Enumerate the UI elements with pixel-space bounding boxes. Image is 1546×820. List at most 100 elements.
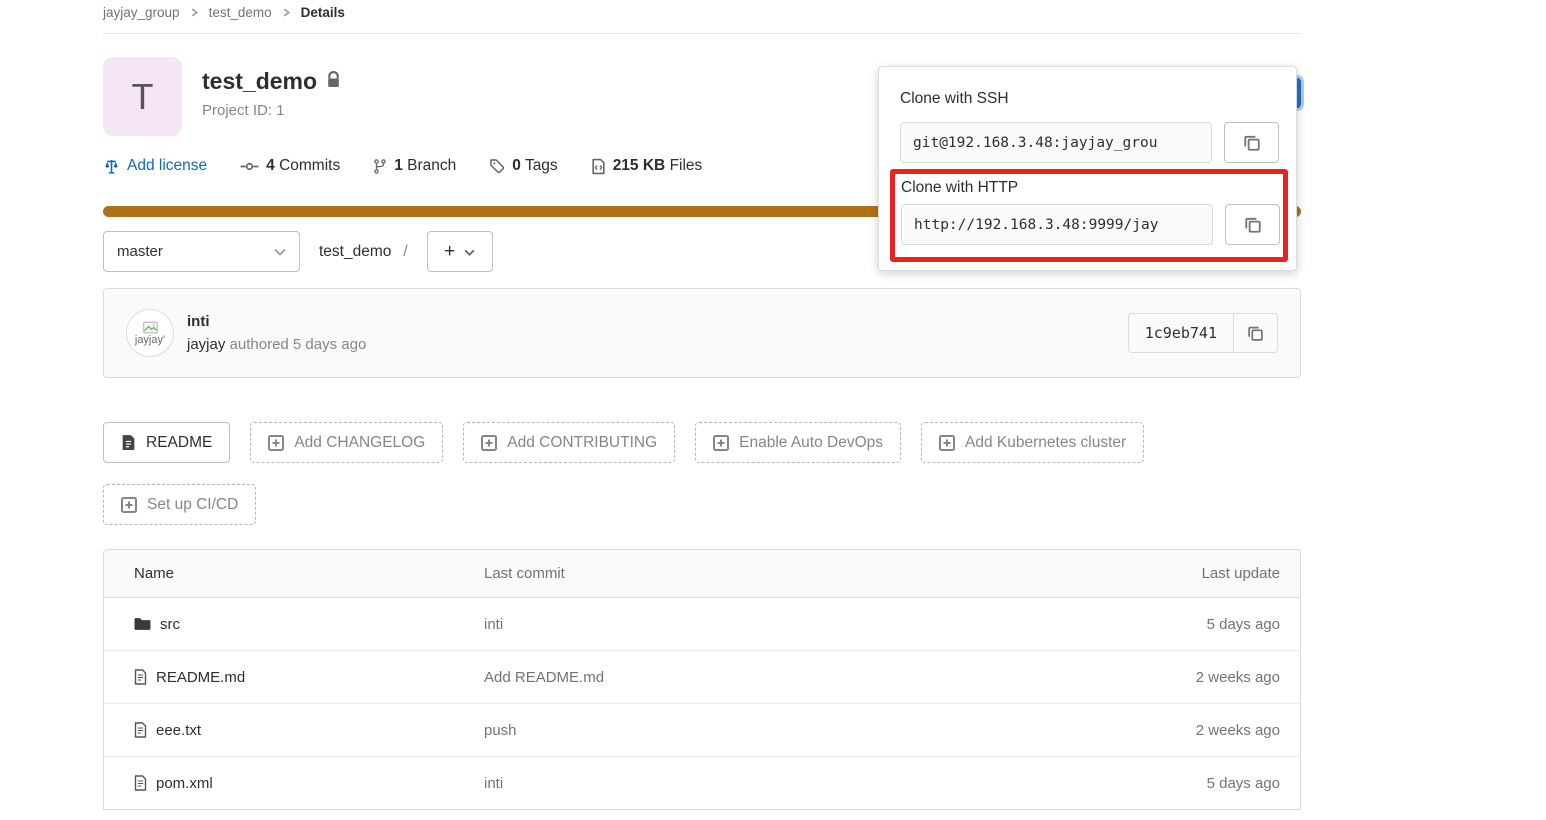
file-icon	[134, 669, 147, 685]
readme-label: README	[146, 434, 212, 452]
add-changelog-button[interactable]: Add CHANGELOG	[250, 422, 443, 463]
header-last-commit: Last commit	[484, 565, 1044, 582]
commit-message-link[interactable]: push	[484, 722, 1044, 739]
clone-http-group: http://192.168.3.48:9999/jay	[901, 204, 1283, 245]
last-update-text: 2 weeks ago	[1044, 722, 1300, 739]
breadcrumb: jayjay_group test_demo Details	[103, 0, 1301, 34]
plus-square-icon	[121, 497, 137, 513]
branch-icon	[373, 158, 387, 175]
add-changelog-label: Add CHANGELOG	[294, 434, 425, 452]
clone-ssh-url-input[interactable]: git@192.168.3.48:jayjay_grou	[900, 122, 1212, 163]
add-file-dropdown-button[interactable]: +	[427, 231, 493, 272]
commit-icon	[240, 160, 259, 173]
folder-icon	[134, 617, 151, 631]
last-update-text: 5 days ago	[1044, 775, 1300, 792]
add-contributing-label: Add CONTRIBUTING	[507, 434, 657, 452]
table-row[interactable]: README.md Add README.md2 weeks ago	[104, 651, 1300, 704]
commits-count: 4	[266, 157, 275, 174]
last-update-text: 2 weeks ago	[1044, 669, 1300, 686]
branches-stat[interactable]: 1 Branch	[373, 157, 456, 175]
document-icon	[121, 434, 136, 451]
readme-button[interactable]: README	[103, 422, 230, 463]
branch-name: master	[117, 243, 163, 260]
copy-icon	[1244, 216, 1262, 234]
chevron-down-icon	[464, 243, 475, 261]
add-contributing-button[interactable]: Add CONTRIBUTING	[463, 422, 675, 463]
commit-message-link[interactable]: inti	[484, 775, 1044, 792]
enable-auto-devops-button[interactable]: Enable Auto DevOps	[695, 422, 901, 463]
commit-title-link[interactable]: inti	[187, 313, 366, 330]
project-identity: T test_demo Project ID: 1	[103, 57, 341, 136]
last-commit-box: jayjay' inti jayjay authored 5 days ago …	[103, 288, 1301, 378]
project-id: Project ID: 1	[202, 102, 341, 119]
commit-author-link[interactable]: jayjay	[187, 336, 225, 353]
tag-icon	[489, 158, 505, 174]
clone-dropdown-panel: Clone with SSH git@192.168.3.48:jayjay_g…	[878, 66, 1297, 271]
tags-count: 0	[512, 157, 521, 174]
lock-icon	[326, 71, 341, 93]
branches-label: Branch	[407, 157, 456, 174]
breadcrumb-project-link[interactable]: test_demo	[209, 5, 272, 20]
path-separator: /	[403, 243, 407, 261]
branches-count: 1	[394, 157, 403, 174]
author-avatar-broken[interactable]: jayjay'	[126, 309, 174, 357]
quick-actions-row-1: README Add CHANGELOG Add CONTRIBUTING En…	[103, 422, 1301, 463]
plus-square-icon	[939, 435, 955, 451]
avatar-alt-text: jayjay'	[135, 335, 165, 346]
commit-message-link[interactable]: inti	[484, 616, 1044, 633]
chevron-down-icon	[274, 243, 286, 260]
file-table: Name Last commit Last update srcinti5 da…	[103, 549, 1301, 810]
clone-http-url-input[interactable]: http://192.168.3.48:9999/jay	[901, 204, 1213, 245]
copy-icon	[1243, 134, 1261, 152]
clone-http-label: Clone with HTTP	[901, 179, 1283, 197]
copy-ssh-url-button[interactable]	[1224, 122, 1279, 163]
clone-ssh-group: git@192.168.3.48:jayjay_grou	[900, 122, 1279, 163]
tags-stat[interactable]: 0 Tags	[489, 157, 557, 175]
breadcrumb-current: Details	[301, 5, 345, 20]
file-name-link[interactable]: README.md	[156, 669, 245, 686]
table-row[interactable]: eee.txt push2 weeks ago	[104, 704, 1300, 757]
commit-message-link[interactable]: Add README.md	[484, 669, 1044, 686]
files-stat[interactable]: 215 KB Files	[591, 157, 703, 175]
commits-stat[interactable]: 4 Commits	[240, 157, 340, 175]
chevron-right-icon	[190, 8, 199, 17]
file-icon	[134, 722, 147, 738]
tags-label: Tags	[525, 157, 558, 174]
plus-square-icon	[481, 435, 497, 451]
file-name-link[interactable]: pom.xml	[156, 775, 213, 792]
add-license-label: Add license	[127, 157, 207, 175]
header-name: Name	[104, 565, 484, 582]
set-up-cicd-label: Set up CI/CD	[147, 496, 238, 514]
set-up-cicd-button[interactable]: Set up CI/CD	[103, 484, 256, 525]
table-row[interactable]: pom.xml inti5 days ago	[104, 757, 1300, 810]
commits-label: Commits	[279, 157, 340, 174]
scale-icon	[103, 158, 120, 175]
quick-actions-row-2: Set up CI/CD	[103, 484, 1301, 525]
enable-auto-devops-label: Enable Auto DevOps	[739, 434, 883, 452]
chevron-right-icon	[282, 8, 291, 17]
plus-square-icon	[268, 435, 284, 451]
table-row[interactable]: srcinti5 days ago	[104, 598, 1300, 651]
breadcrumb-group-link[interactable]: jayjay_group	[103, 5, 180, 20]
commit-sha-group: 1c9eb741	[1128, 313, 1278, 353]
header-last-update: Last update	[1044, 565, 1300, 582]
files-label: Files	[670, 157, 703, 174]
add-license-link[interactable]: Add license	[103, 157, 207, 175]
project-avatar: T	[103, 57, 182, 136]
copy-http-url-button[interactable]	[1225, 204, 1280, 245]
broken-image-icon	[143, 321, 158, 334]
file-icon	[134, 775, 147, 791]
branch-selector[interactable]: master	[103, 231, 300, 272]
plus-icon: +	[444, 242, 455, 261]
repo-path-root[interactable]: test_demo	[319, 243, 391, 261]
plus-square-icon	[713, 435, 729, 451]
copy-sha-button[interactable]	[1234, 313, 1278, 353]
file-name-link[interactable]: src	[160, 616, 180, 633]
project-title: test_demo	[202, 68, 317, 95]
file-table-body: srcinti5 days agoREADME.mdAdd README.md2…	[104, 598, 1300, 810]
add-kubernetes-cluster-button[interactable]: Add Kubernetes cluster	[921, 422, 1144, 463]
annotation-highlight-box: Clone with HTTP http://192.168.3.48:9999…	[890, 169, 1288, 262]
commit-sha: 1c9eb741	[1128, 313, 1234, 353]
file-name-link[interactable]: eee.txt	[156, 722, 201, 739]
page-content: jayjay_group test_demo Details T test_de…	[103, 0, 1301, 810]
